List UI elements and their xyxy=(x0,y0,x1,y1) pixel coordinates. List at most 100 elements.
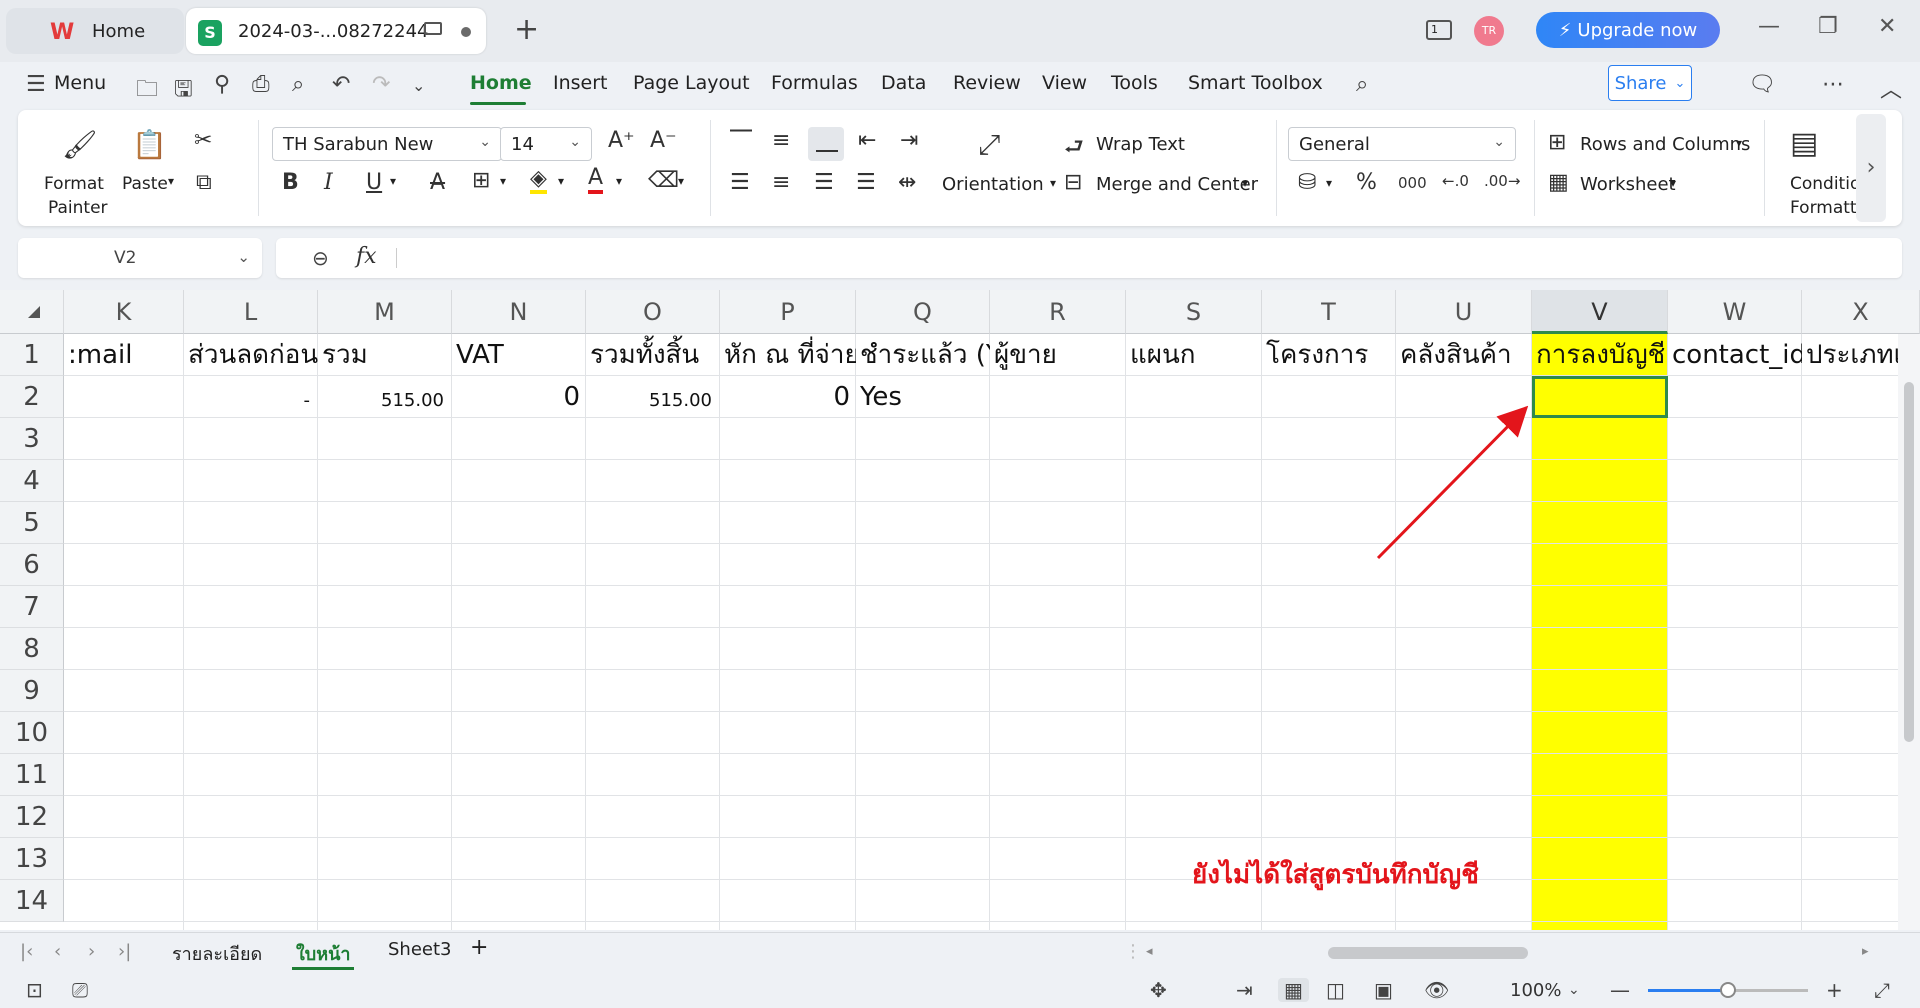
percent-icon[interactable]: % xyxy=(1356,170,1377,195)
bold-icon[interactable]: B xyxy=(282,170,299,195)
format-painter-icon[interactable]: 🖌 xyxy=(62,128,98,161)
align-bottom-icon[interactable]: ⎽ xyxy=(816,128,838,153)
zoom-in-icon[interactable]: + xyxy=(1826,978,1843,1002)
currency-icon[interactable]: ⛁ xyxy=(1298,170,1316,195)
home-tab[interactable]: Home xyxy=(6,8,184,54)
user-avatar[interactable]: TR xyxy=(1474,16,1504,46)
rows-columns-icon[interactable]: ⊞ xyxy=(1548,130,1566,155)
align-center-icon[interactable]: ≡ xyxy=(772,170,790,195)
more-options-icon[interactable]: ⋯ xyxy=(1822,72,1844,97)
collapse-ribbon-icon[interactable]: ︿ xyxy=(1880,72,1902,104)
normal-view-icon[interactable]: ▦ xyxy=(1278,978,1309,1002)
sheet-view-icon[interactable]: ⊡ xyxy=(26,978,43,1002)
worksheet-chevron-icon[interactable]: ▾ xyxy=(1670,176,1676,190)
underline-icon[interactable]: U xyxy=(366,170,382,195)
add-sheet-icon[interactable]: + xyxy=(470,935,488,960)
menu-tab-page-layout[interactable]: Page Layout xyxy=(633,72,750,94)
zoom-slider-knob[interactable] xyxy=(1720,982,1736,998)
eye-protection-icon[interactable]: 👁 xyxy=(1424,978,1449,1002)
cut-icon[interactable]: ✂ xyxy=(194,128,212,153)
strikethrough-icon[interactable]: A xyxy=(430,170,445,195)
new-tab-plus-icon[interactable]: + xyxy=(514,12,539,47)
number-format-dropdown[interactable]: General ⌄ xyxy=(1288,127,1516,161)
fill-color-chevron-icon[interactable]: ▾ xyxy=(558,174,564,188)
borders-chevron-icon[interactable]: ▾ xyxy=(500,174,506,188)
macro-icon[interactable]: ⎚ xyxy=(72,978,88,1002)
zoom-search-icon[interactable]: ⊖ xyxy=(312,246,329,270)
zoom-out-icon[interactable]: — xyxy=(1610,978,1630,1002)
upgrade-button[interactable]: ⚡ Upgrade now xyxy=(1536,12,1720,48)
hamburger-menu-icon[interactable]: ☰ xyxy=(26,72,46,97)
fullscreen-icon[interactable]: ⤢ xyxy=(1874,978,1890,1002)
tab-splitter-icon[interactable]: ⋮ xyxy=(1124,941,1142,962)
justify-icon[interactable]: ☰ xyxy=(856,170,876,195)
worksheet-button[interactable]: Worksheet xyxy=(1580,174,1676,195)
sheet-tab-sheet3[interactable]: Sheet3 xyxy=(388,939,452,960)
menu-button[interactable]: Menu xyxy=(54,72,106,94)
ribbon-scroll-right-icon[interactable]: › xyxy=(1856,114,1886,222)
name-box[interactable]: V2 ⌄ xyxy=(18,238,262,278)
more-quick-access-icon[interactable]: ⌄ xyxy=(412,76,425,95)
restore-window-icon[interactable]: ❐ xyxy=(1818,14,1838,39)
menu-tab-smart-toolbox[interactable]: Smart Toolbox xyxy=(1188,72,1323,94)
merge-center-button[interactable]: Merge and Center xyxy=(1096,174,1258,195)
scroll-right-icon[interactable]: ▸ xyxy=(1862,944,1869,959)
wrap-text-icon[interactable]: ⮐ xyxy=(1064,130,1084,168)
font-color-icon[interactable]: A xyxy=(588,166,604,194)
align-right-icon[interactable]: ☰ xyxy=(814,170,834,195)
paste-chevron-icon[interactable]: ▾ xyxy=(168,174,174,188)
align-left-icon[interactable]: ☰ xyxy=(730,170,750,195)
menu-tab-data[interactable]: Data xyxy=(881,72,926,94)
save-icon[interactable]: 🖫 xyxy=(174,72,193,110)
freeze-panes-icon[interactable]: ✥ xyxy=(1150,978,1167,1002)
underline-chevron-icon[interactable]: ▾ xyxy=(390,174,396,188)
zoom-level[interactable]: 100% xyxy=(1510,980,1561,1001)
menu-tab-insert[interactable]: Insert xyxy=(553,72,608,94)
worksheet-icon[interactable]: ▦ xyxy=(1548,170,1569,195)
thousands-icon[interactable]: 000 xyxy=(1398,174,1427,192)
horizontal-scroll-thumb[interactable] xyxy=(1328,947,1528,959)
comment-icon[interactable]: 🗨 xyxy=(1748,72,1776,97)
orientation-icon[interactable]: ⤢ xyxy=(978,128,1000,162)
orientation-chevron-icon[interactable]: ▾ xyxy=(1050,176,1056,190)
print-preview-icon[interactable]: ⌕ xyxy=(292,72,304,97)
rows-columns-button[interactable]: Rows and Columns xyxy=(1580,134,1750,155)
decrease-decimal-icon[interactable]: ←.0 xyxy=(1442,172,1469,190)
align-middle-icon[interactable]: ≡ xyxy=(772,128,790,153)
wrap-text-button[interactable]: Wrap Text xyxy=(1096,134,1185,155)
formula-bar[interactable]: ⊖ fx xyxy=(276,238,1902,278)
sheet-tab-front[interactable]: ใบหน้า xyxy=(296,939,351,968)
share-button[interactable]: Share ⌄ xyxy=(1608,65,1692,101)
font-size-dropdown[interactable]: 14 ⌄ xyxy=(500,127,592,161)
merge-chevron-icon[interactable]: ▾ xyxy=(1242,176,1248,190)
clear-format-icon[interactable]: ⌫ xyxy=(648,168,679,193)
format-painter-label-1[interactable]: Format xyxy=(44,174,104,194)
menu-tab-view[interactable]: View xyxy=(1042,72,1087,94)
unsaved-dot-icon[interactable] xyxy=(461,27,471,37)
zoom-chevron-icon[interactable]: ⌄ xyxy=(1568,982,1580,998)
menu-tab-formulas[interactable]: Formulas xyxy=(771,72,858,94)
increase-font-icon[interactable]: A⁺ xyxy=(608,128,635,153)
copy-icon[interactable]: ⧉ xyxy=(196,170,212,195)
reader-mode-icon[interactable]: 1 xyxy=(1426,20,1452,40)
font-color-chevron-icon[interactable]: ▾ xyxy=(616,174,622,188)
distributed-icon[interactable]: ⇹ xyxy=(898,170,916,195)
rows-columns-chevron-icon[interactable]: ▾ xyxy=(1736,136,1742,150)
next-sheet-icon[interactable]: › xyxy=(88,941,95,962)
decrease-indent-icon[interactable]: ⇤ xyxy=(858,128,876,153)
close-window-icon[interactable]: ✕ xyxy=(1878,14,1896,39)
merge-center-icon[interactable]: ⊟ xyxy=(1064,170,1082,195)
redo-icon[interactable]: ↷ xyxy=(372,72,390,97)
conditional-formatting-icon[interactable]: ▤ xyxy=(1790,126,1818,161)
prev-sheet-icon[interactable]: ‹ xyxy=(54,941,61,962)
orientation-button[interactable]: Orientation xyxy=(942,174,1044,195)
align-top-icon[interactable]: ⎺ xyxy=(730,128,752,153)
conditional-formatting-label-2[interactable]: Formatti xyxy=(1790,198,1861,218)
page-break-view-icon[interactable]: ▣ xyxy=(1374,978,1393,1002)
vertical-scrollbar[interactable] xyxy=(1898,334,1920,930)
decrease-font-icon[interactable]: A⁻ xyxy=(650,128,677,153)
font-name-dropdown[interactable]: TH Sarabun New ⌄ xyxy=(272,127,502,161)
first-sheet-icon[interactable]: |‹ xyxy=(20,941,33,962)
increase-indent-icon[interactable]: ⇥ xyxy=(900,128,918,153)
conditional-formatting-label-1[interactable]: Conditio xyxy=(1790,174,1860,194)
